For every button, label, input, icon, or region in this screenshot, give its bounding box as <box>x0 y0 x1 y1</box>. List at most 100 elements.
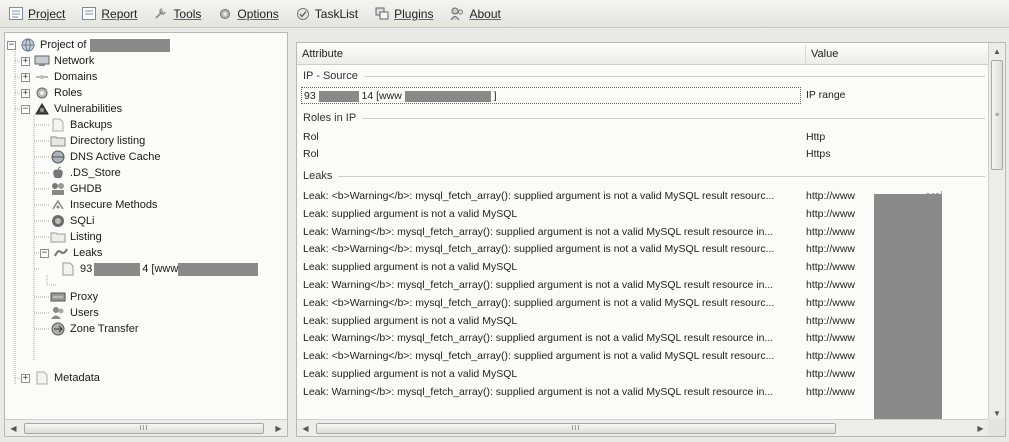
group-leaks[interactable]: Leaks <box>297 166 989 186</box>
redacted-block <box>94 262 141 276</box>
scrollbar-track[interactable]: III <box>314 421 972 436</box>
tree-node-insecure-methods[interactable]: Insecure Methods <box>50 197 157 213</box>
column-header-value[interactable]: Value <box>806 43 986 65</box>
apple-icon <box>50 166 66 180</box>
url-prefix: http://www <box>806 243 856 256</box>
tree-root-project[interactable]: − Project of <box>7 37 171 53</box>
menu-about[interactable]: About <box>449 7 501 21</box>
tree-node-domains[interactable]: + Domains <box>21 69 97 85</box>
zone-transfer-icon <box>50 322 66 336</box>
tree-node-label: Users <box>70 307 99 319</box>
menu-plugins[interactable]: Plugins <box>374 7 433 21</box>
group-divider <box>362 117 985 119</box>
report-icon <box>81 7 97 21</box>
grid-horizontal-scrollbar[interactable]: ◀ III ▶ <box>297 419 989 436</box>
tree-node-ds-store[interactable]: .DS_Store <box>50 165 121 181</box>
expand-icon[interactable]: + <box>21 72 30 82</box>
scrollbar-track[interactable]: III <box>22 421 270 436</box>
scrollbar-thumb[interactable]: III <box>316 422 836 434</box>
attribute-cell: Leak: <b>Warning</b>: mysql_fetch_array(… <box>303 350 775 363</box>
redacted-block <box>404 90 491 102</box>
expand-icon[interactable]: + <box>21 88 30 98</box>
menu-bar: Project Report Tools Options TaskList Pl… <box>0 0 1009 28</box>
group-ip-source[interactable]: IP - Source <box>297 66 989 86</box>
url-prefix: http://www <box>806 207 856 220</box>
value-cell: Https <box>806 148 831 160</box>
menu-report[interactable]: Report <box>81 7 137 21</box>
tree-node-listing[interactable]: Listing <box>50 229 102 245</box>
ip-suffix: ] <box>493 90 497 102</box>
tree-node-zone-transfer[interactable]: Zone Transfer <box>50 321 138 337</box>
about-icon <box>449 7 465 21</box>
tree-node-label: SQLi <box>70 215 95 227</box>
grid-vertical-scrollbar[interactable]: ▲ ≡ ▼ <box>988 43 1005 421</box>
column-header-attribute[interactable]: Attribute <box>297 43 805 65</box>
tree-node-leak-ip[interactable]: 93 4 [www <box>60 261 259 277</box>
scroll-left-arrow-icon[interactable]: ◀ <box>5 421 22 436</box>
menu-project-label: Project <box>28 6 66 21</box>
table-row-ip-source[interactable]: 93 14 [www ] IP range <box>297 87 989 104</box>
group-label: IP - Source <box>303 70 358 82</box>
tools-icon <box>153 7 169 21</box>
tree-node-directory-listing[interactable]: Directory listing <box>50 133 145 149</box>
tree-node-vulnerabilities[interactable]: − Vulnerabilities <box>21 101 122 117</box>
collapse-icon[interactable]: − <box>21 104 30 114</box>
tree-node-label: .DS_Store <box>70 167 121 179</box>
url-prefix: http://www <box>806 368 856 380</box>
scroll-right-arrow-icon[interactable]: ▶ <box>270 421 287 436</box>
attribute-cell: Rol <box>303 131 319 143</box>
scrollbar-thumb[interactable]: ≡ <box>991 60 1003 170</box>
table-row-role[interactable]: Rol Https <box>297 146 989 163</box>
attribute-cell: Leak: supplied argument is not a valid M… <box>303 314 518 327</box>
roles-gear-icon <box>34 86 50 100</box>
tree-node-dns-active-cache[interactable]: DNS Active Cache <box>50 149 160 165</box>
menu-project[interactable]: Project <box>8 7 65 21</box>
tree-node-sqli[interactable]: SQLi <box>50 213 94 229</box>
tree-node-backups[interactable]: Backups <box>50 117 112 133</box>
menu-options[interactable]: Options <box>217 7 279 21</box>
tree-node-proxy[interactable]: Proxy <box>50 289 98 305</box>
tree-node-label: GHDB <box>70 183 102 195</box>
url-prefix: http://www <box>806 296 856 309</box>
menu-tasklist[interactable]: TaskList <box>295 7 358 21</box>
tree-node-roles[interactable]: + Roles <box>21 85 82 101</box>
menu-tools-label: Tools <box>173 6 202 21</box>
tree-horizontal-scrollbar[interactable]: ◀ III ▶ <box>5 419 287 436</box>
expand-icon[interactable]: + <box>21 56 30 66</box>
tree-node-label: Leaks <box>73 247 103 259</box>
tree-node-ip-mid: 4 [www <box>142 263 179 275</box>
tree-node-label: Zone Transfer <box>70 323 139 335</box>
column-header-label: Attribute <box>302 48 343 60</box>
url-prefix: http://www <box>806 332 856 345</box>
attribute-cell: Leak: supplied argument is not a valid M… <box>303 261 518 274</box>
tree-node-network[interactable]: + Network <box>21 53 94 69</box>
url-prefix: http://www <box>806 350 856 363</box>
value-cell: IP range <box>806 89 846 101</box>
group-divider <box>338 175 985 177</box>
scroll-left-arrow-icon[interactable]: ◀ <box>297 421 314 436</box>
attribute-cell: Leak: Warning</b>: mysql_fetch_array(): … <box>303 225 774 238</box>
scrollbar-corner <box>988 419 1005 436</box>
tree-node-metadata[interactable]: + Metadata <box>21 370 100 386</box>
table-row-role[interactable]: Rol Http <box>297 129 989 146</box>
scroll-up-arrow-icon[interactable]: ▲ <box>989 43 1005 59</box>
collapse-icon[interactable]: − <box>40 248 49 258</box>
project-icon <box>8 7 24 21</box>
collapse-icon[interactable]: − <box>7 40 16 50</box>
insecure-methods-icon <box>50 198 66 212</box>
ip-page-icon <box>60 262 76 276</box>
expand-icon[interactable]: + <box>21 373 30 383</box>
url-prefix: http://www <box>806 279 856 291</box>
scrollbar-thumb[interactable]: III <box>24 422 264 434</box>
menu-tools[interactable]: Tools <box>153 7 201 21</box>
tree-node-leaks[interactable]: − Leaks <box>40 245 102 261</box>
tree-node-ghdb[interactable]: GHDB <box>50 181 102 197</box>
foca-window: Project Report Tools Options TaskList Pl… <box>0 0 1009 442</box>
scroll-right-arrow-icon[interactable]: ▶ <box>972 421 989 436</box>
tree-node-label: Roles <box>54 87 83 99</box>
attribute-cell: Rol <box>303 148 319 160</box>
group-label: Leaks <box>303 170 333 182</box>
group-roles-in-ip[interactable]: Roles in IP <box>297 108 989 128</box>
attribute-cell: Leak: <b>Warning</b>: mysql_fetch_array(… <box>303 190 775 202</box>
tree-node-users[interactable]: Users <box>50 305 99 321</box>
